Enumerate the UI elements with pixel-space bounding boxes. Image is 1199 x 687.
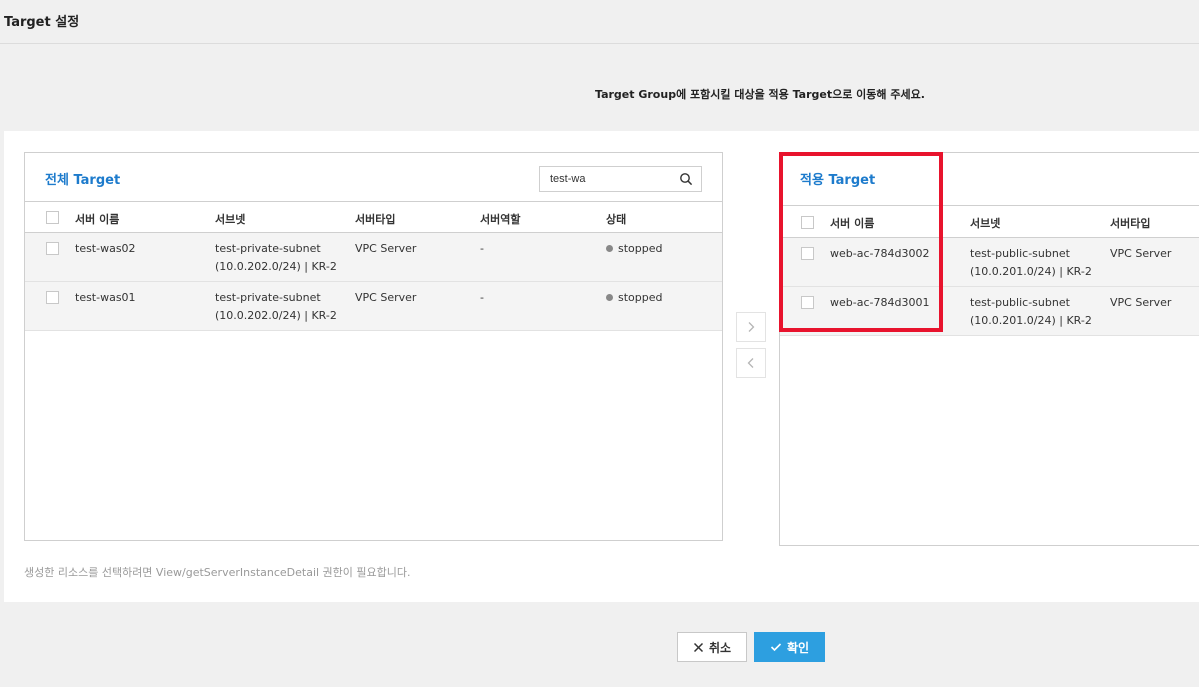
applied-target-table-header: 서버 이름 서브넷 서버타입 bbox=[780, 205, 1199, 238]
server-type: VPC Server bbox=[1110, 247, 1172, 260]
modal-header: Target 설정 bbox=[0, 0, 1199, 44]
row-checkbox[interactable] bbox=[801, 247, 814, 260]
subnet-name: test-private-subnet bbox=[215, 291, 321, 304]
table-row[interactable]: test-was02 test-private-subnet (10.0.202… bbox=[25, 233, 722, 282]
server-role: - bbox=[480, 291, 484, 304]
chevron-right-icon bbox=[748, 322, 755, 332]
confirm-label: 확인 bbox=[786, 640, 810, 655]
subnet-name: test-public-subnet bbox=[970, 296, 1070, 309]
cancel-button[interactable]: 취소 bbox=[677, 632, 747, 662]
table-row[interactable]: test-was01 test-private-subnet (10.0.202… bbox=[25, 282, 722, 331]
row-checkbox[interactable] bbox=[801, 296, 814, 309]
col-status: 상태 bbox=[606, 213, 627, 226]
table-row[interactable]: web-ac-784d3002 test-public-subnet (10.0… bbox=[780, 238, 1199, 287]
modal-title: Target 설정 bbox=[4, 15, 80, 30]
select-all-checkbox[interactable] bbox=[801, 216, 814, 229]
server-type: VPC Server bbox=[355, 242, 417, 255]
applied-target-title: 적용 Target bbox=[800, 173, 876, 188]
all-target-title: 전체 Target bbox=[45, 173, 121, 188]
subnet: test-public-subnet (10.0.201.0/24) | KR-… bbox=[970, 245, 1092, 281]
col-server-role: 서버역할 bbox=[480, 213, 521, 226]
subnet-name: test-public-subnet bbox=[970, 247, 1070, 260]
subnet-cidr: (10.0.201.0/24) | KR-2 bbox=[970, 314, 1092, 327]
applied-target-panel: 적용 Target 서버 이름 서브넷 서버타입 web-ac-784d3002… bbox=[779, 152, 1199, 546]
all-target-panel: 전체 Target 서버 이름 서브넷 서버타입 서버역할 상태 test-wa… bbox=[24, 152, 723, 541]
target-search-input[interactable] bbox=[540, 167, 676, 191]
target-search bbox=[539, 166, 702, 192]
col-server-name: 서버 이름 bbox=[75, 213, 120, 226]
subnet-cidr: (10.0.201.0/24) | KR-2 bbox=[970, 265, 1092, 278]
move-right-button[interactable] bbox=[736, 312, 766, 342]
subnet-name: test-private-subnet bbox=[215, 242, 321, 255]
subnet: test-private-subnet (10.0.202.0/24) | KR… bbox=[215, 289, 337, 325]
server-name: test-was01 bbox=[75, 291, 136, 304]
server-status: stopped bbox=[606, 240, 663, 258]
search-icon[interactable] bbox=[679, 172, 693, 186]
status-text: stopped bbox=[618, 291, 663, 304]
subnet-cidr: (10.0.202.0/24) | KR-2 bbox=[215, 309, 337, 322]
col-subnet: 서브넷 bbox=[215, 213, 246, 226]
server-name: web-ac-784d3002 bbox=[830, 247, 930, 260]
subnet-cidr: (10.0.202.0/24) | KR-2 bbox=[215, 260, 337, 273]
all-target-table-header: 서버 이름 서브넷 서버타입 서버역할 상태 bbox=[25, 201, 722, 233]
server-status: stopped bbox=[606, 289, 663, 307]
server-type: VPC Server bbox=[355, 291, 417, 304]
close-icon bbox=[693, 642, 703, 652]
status-text: stopped bbox=[618, 242, 663, 255]
check-icon bbox=[770, 643, 782, 652]
select-all-checkbox[interactable] bbox=[46, 211, 59, 224]
permission-notice: 생성한 리소스를 선택하려면 View/getServerInstanceDet… bbox=[24, 566, 411, 579]
server-type: VPC Server bbox=[1110, 296, 1172, 309]
subnet: test-private-subnet (10.0.202.0/24) | KR… bbox=[215, 240, 337, 276]
server-name: test-was02 bbox=[75, 242, 136, 255]
col-server-type: 서버타입 bbox=[1110, 217, 1151, 230]
server-name: web-ac-784d3001 bbox=[830, 296, 930, 309]
status-dot-icon bbox=[606, 245, 613, 252]
move-left-button[interactable] bbox=[736, 348, 766, 378]
guide-text: Target Group에 포함시킬 대상을 적용 Target으로 이동해 주… bbox=[595, 88, 925, 101]
col-server-name: 서버 이름 bbox=[830, 217, 875, 230]
row-checkbox[interactable] bbox=[46, 291, 59, 304]
server-role: - bbox=[480, 242, 484, 255]
col-server-type: 서버타입 bbox=[355, 213, 396, 226]
table-row[interactable]: web-ac-784d3001 test-public-subnet (10.0… bbox=[780, 287, 1199, 336]
row-checkbox[interactable] bbox=[46, 242, 59, 255]
cancel-label: 취소 bbox=[708, 640, 732, 655]
subnet: test-public-subnet (10.0.201.0/24) | KR-… bbox=[970, 294, 1092, 330]
status-dot-icon bbox=[606, 294, 613, 301]
col-subnet: 서브넷 bbox=[970, 217, 1001, 230]
chevron-left-icon bbox=[747, 358, 754, 368]
confirm-button[interactable]: 확인 bbox=[754, 632, 825, 662]
